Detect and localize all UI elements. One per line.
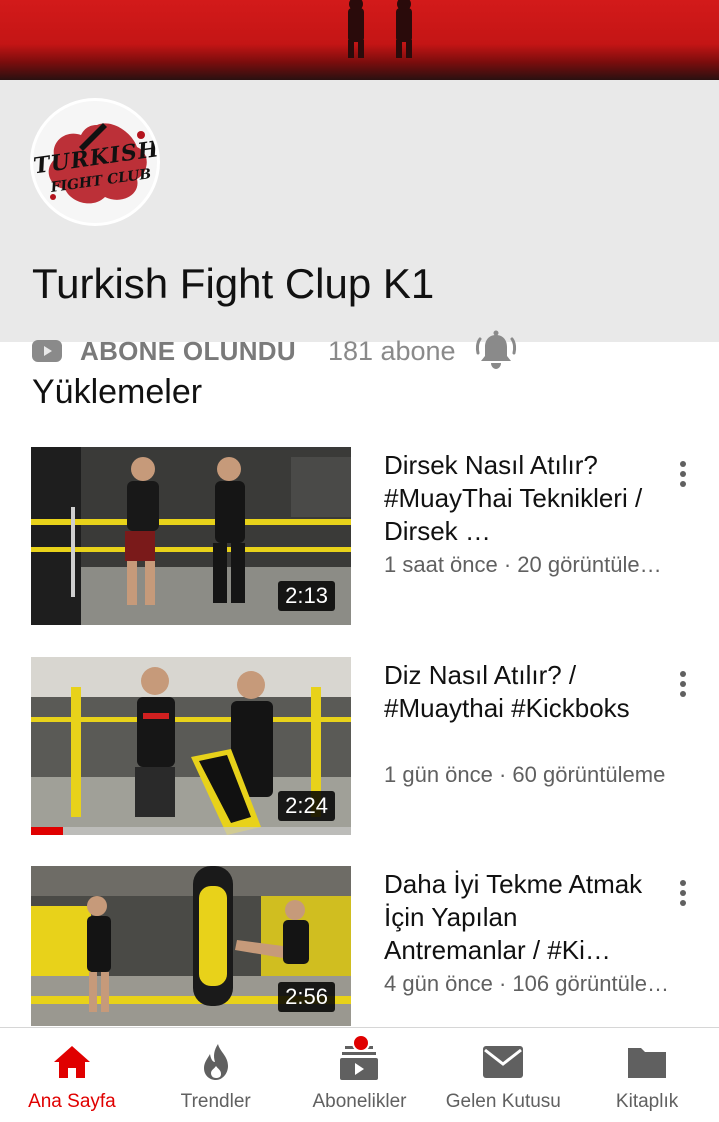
nav-label: Kitaplık [615, 1091, 679, 1112]
flame-icon [203, 1044, 228, 1080]
channel-header: TURKISH FIGHT CLUB Turkish Fight Clup K1… [0, 80, 719, 369]
subscriptions-badge-dot [351, 1034, 370, 1052]
watch-progress-fill [31, 827, 63, 835]
library-icon [628, 1048, 667, 1078]
subscribed-button[interactable]: ABONE OLUNDU [80, 336, 296, 367]
video-duration: 2:13 [278, 581, 335, 611]
nav-item-home[interactable]: Ana Sayfa [0, 1028, 144, 1122]
home-icon [53, 1046, 90, 1078]
video-thumbnail[interactable]: 2:56 [31, 866, 351, 1026]
channel-title: Turkish Fight Clup K1 [32, 260, 435, 307]
nav-label: Gelen Kutusu [445, 1091, 561, 1112]
nav-item-trending[interactable]: Trendler [144, 1028, 288, 1122]
channel-avatar[interactable]: TURKISH FIGHT CLUB [30, 98, 160, 226]
video-title[interactable]: Diz Nasıl Atılır? / #Muaythai #Kickboks [384, 659, 644, 725]
uploads-section-title: Yüklemeler [32, 373, 203, 411]
subscriber-count: 181 abone [327, 335, 456, 366]
video-more-options-icon[interactable] [670, 671, 696, 701]
video-item[interactable]: 2:24 Diz Nasıl Atılır? / #Muaythai #Kick… [0, 657, 719, 837]
video-meta: 4 gün önce · 106 görüntüle… [384, 971, 669, 996]
video-title[interactable]: Dirsek Nasıl Atılır? #MuayThai Teknikler… [384, 449, 644, 548]
banner-silhouette [348, 0, 412, 58]
nav-label: Trendler [180, 1091, 251, 1112]
nav-item-library[interactable]: Kitaplık [575, 1028, 719, 1122]
youtube-subscribed-icon [32, 340, 62, 362]
nav-label: Abonelikler [312, 1091, 407, 1112]
inbox-icon [483, 1046, 524, 1078]
nav-label: Ana Sayfa [28, 1091, 116, 1112]
video-thumbnail[interactable]: 2:13 [31, 447, 351, 625]
video-more-options-icon[interactable] [670, 461, 696, 491]
video-item[interactable]: 2:13 Dirsek Nasıl Atılır? #MuayThai Tekn… [0, 447, 719, 627]
subscription-row: ABONE OLUNDU 181 abone [32, 330, 518, 369]
notification-bell-icon[interactable] [474, 329, 518, 373]
video-duration: 2:24 [278, 791, 335, 821]
channel-banner [0, 0, 719, 80]
video-meta: 1 gün önce · 60 görüntüleme [384, 762, 666, 787]
video-item[interactable]: 2:56 Daha İyi Tekme Atmak İçin Yapılan A… [0, 866, 719, 1046]
video-duration: 2:56 [278, 982, 335, 1012]
bottom-navigation: Ana Sayfa Trendler Abonelikler Gelen Kut… [0, 1027, 719, 1122]
nav-item-subscriptions[interactable]: Abonelikler [288, 1028, 432, 1122]
video-more-options-icon[interactable] [670, 880, 696, 910]
video-thumbnail[interactable]: 2:24 [31, 657, 351, 835]
video-title[interactable]: Daha İyi Tekme Atmak İçin Yapılan Antrem… [384, 868, 644, 967]
nav-item-inbox[interactable]: Gelen Kutusu [431, 1028, 575, 1122]
video-meta: 1 saat önce · 20 görüntüle… [384, 552, 662, 577]
watch-progress-track [31, 827, 351, 835]
